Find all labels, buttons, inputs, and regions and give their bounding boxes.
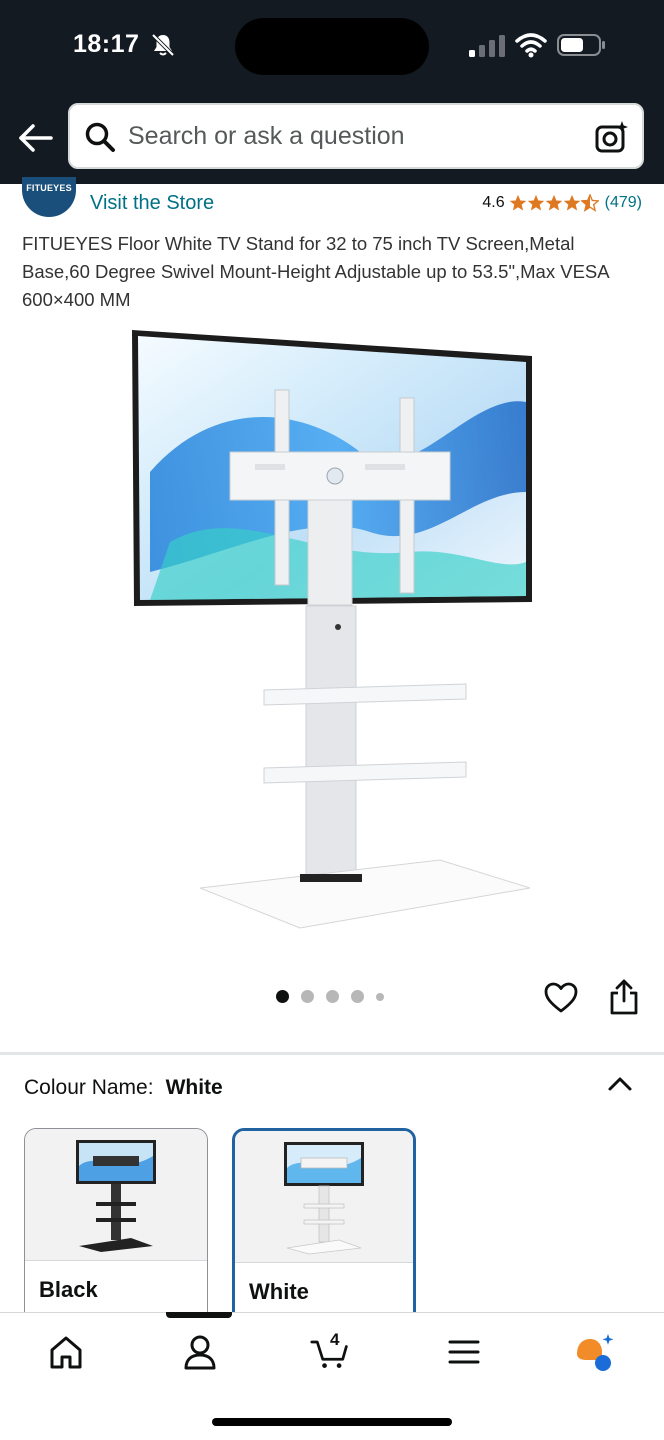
swatch-image (25, 1129, 207, 1260)
cart-count: 4 (330, 1330, 340, 1349)
top-bar: 18:17 (0, 0, 664, 184)
swatch-separator (25, 1260, 207, 1261)
swatch-label-white: White (249, 1279, 309, 1304)
share-icon[interactable] (607, 978, 641, 1016)
rufus-assistant-icon[interactable] (574, 1332, 614, 1372)
colour-label-text: Colour Name: (24, 1076, 154, 1099)
swatch-label-black: Black (39, 1277, 98, 1302)
bell-slash-icon (151, 33, 175, 57)
product-image[interactable] (110, 322, 550, 942)
rating-stars (509, 194, 599, 212)
star-full-icon (545, 194, 562, 211)
account-icon[interactable] (180, 1332, 220, 1372)
menu-icon[interactable] (444, 1332, 484, 1372)
search-icon (85, 122, 115, 152)
active-tab-indicator (166, 1312, 232, 1318)
swatch-image (235, 1131, 413, 1262)
star-half-icon (580, 194, 599, 212)
rating[interactable]: 4.6 (479) (482, 194, 642, 212)
section-divider (0, 1052, 664, 1055)
heart-icon[interactable] (543, 980, 579, 1016)
carousel-dot[interactable] (351, 990, 364, 1003)
brand-logo[interactable]: FITUEYES (22, 177, 76, 217)
star-full-icon (563, 194, 580, 211)
brand-logo-text: FITUEYES (26, 183, 72, 193)
carousel-dot[interactable] (326, 990, 339, 1003)
swatch-separator (235, 1262, 413, 1263)
carousel-dots[interactable] (276, 990, 396, 1003)
back-arrow-icon[interactable] (16, 118, 56, 158)
colour-selected-value: White (165, 1076, 223, 1099)
colour-label: Colour Name: White (24, 1076, 223, 1100)
carousel-dot[interactable] (376, 992, 384, 1001)
black-stand-thumbnail (76, 1139, 156, 1252)
star-full-icon (527, 194, 544, 211)
home-indicator (212, 1418, 452, 1426)
wifi-icon (515, 33, 547, 58)
star-full-icon (509, 194, 526, 211)
search-input[interactable] (128, 105, 578, 167)
status-time: 18:17 (73, 30, 140, 58)
white-stand-thumbnail (284, 1141, 364, 1254)
colour-option-black[interactable]: Black (24, 1128, 208, 1328)
home-icon[interactable] (46, 1332, 86, 1372)
battery-icon (557, 34, 605, 56)
camera-search-icon[interactable] (594, 119, 630, 155)
carousel-dot[interactable] (276, 990, 289, 1003)
visit-store-link[interactable]: Visit the Store (90, 192, 214, 215)
colour-option-white[interactable]: White (232, 1128, 416, 1328)
chevron-up-icon[interactable] (606, 1072, 634, 1096)
dynamic-island (235, 18, 429, 75)
search-bar[interactable] (68, 103, 644, 169)
product-title: FITUEYES Floor White TV Stand for 32 to … (22, 233, 609, 310)
rating-value: 4.6 (482, 194, 505, 211)
carousel-dot[interactable] (301, 990, 314, 1003)
rating-count: (479) (604, 194, 642, 211)
cellular-signal-icon (469, 35, 505, 57)
